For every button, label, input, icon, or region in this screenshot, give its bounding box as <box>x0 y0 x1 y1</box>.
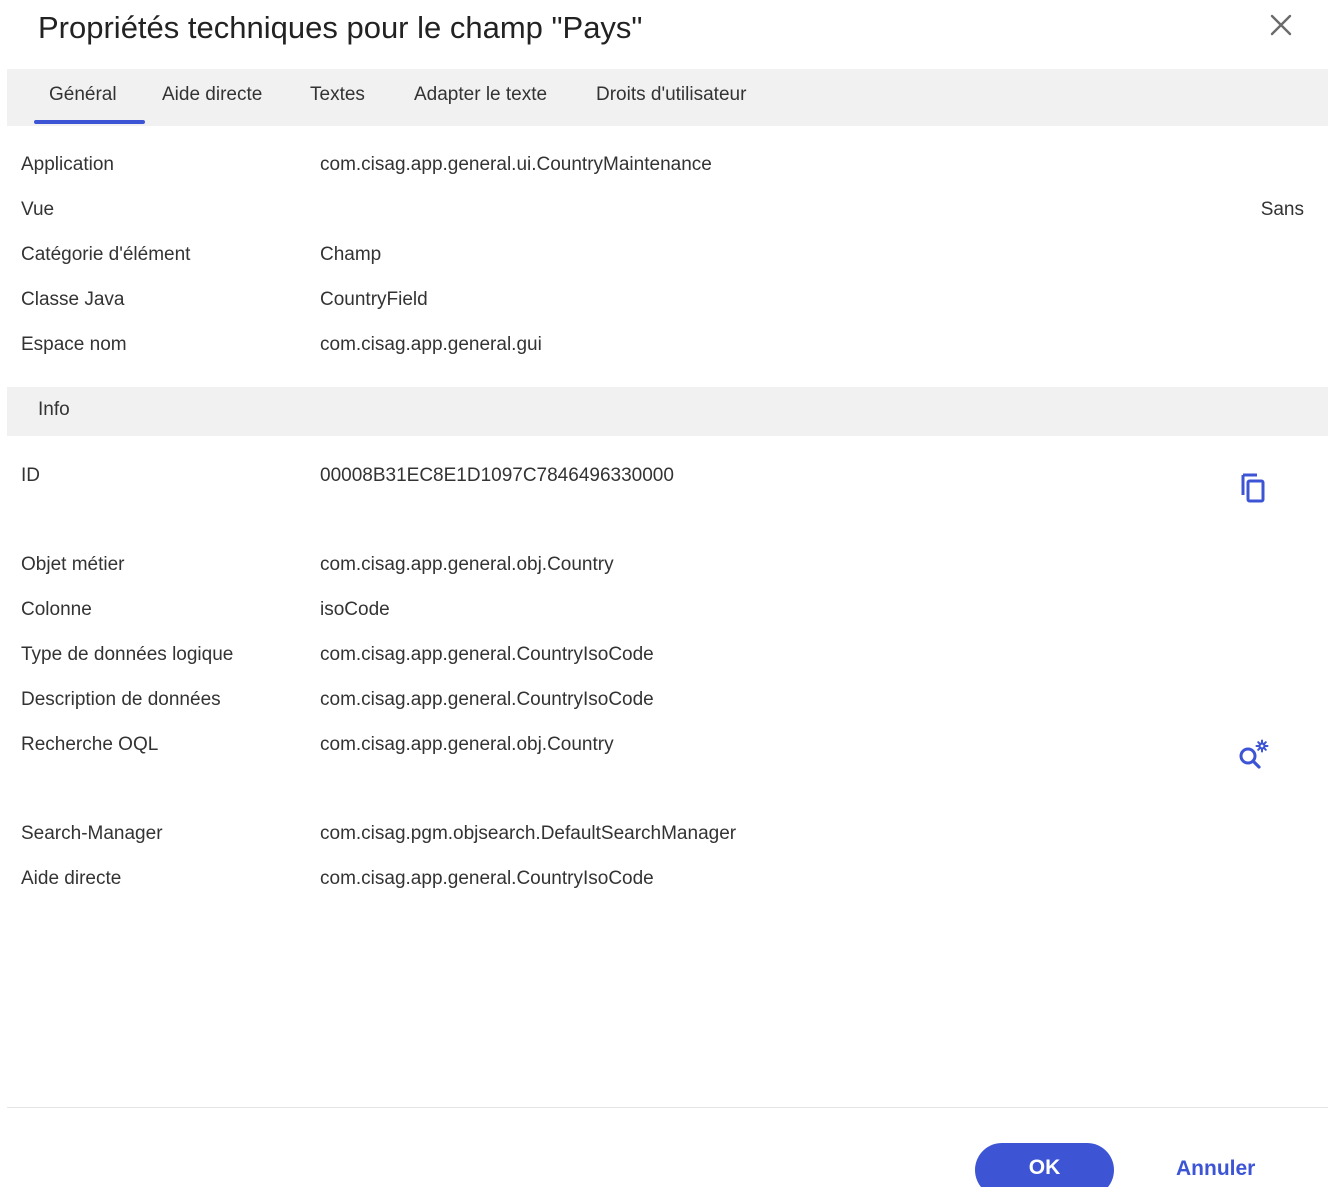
property-value: com.cisag.app.general.obj.Country <box>320 554 614 575</box>
property-row-oql-search: Recherche OQL com.cisag.app.general.obj.… <box>21 734 1311 764</box>
property-row-business-object: Objet métier com.cisag.app.general.obj.C… <box>21 554 1311 584</box>
property-value: com.cisag.pgm.objsearch.DefaultSearchMan… <box>320 823 737 844</box>
view-right-value: Sans <box>1260 199 1304 220</box>
property-value: com.cisag.app.general.ui.CountryMaintena… <box>320 154 712 175</box>
tab-texts[interactable]: Textes <box>310 69 365 126</box>
property-value: com.cisag.app.general.CountryIsoCode <box>320 689 654 710</box>
tab-bar: Général Aide directe Textes Adapter le t… <box>7 69 1328 126</box>
property-label: Recherche OQL <box>21 734 159 755</box>
close-button[interactable] <box>1262 6 1300 44</box>
property-row-application: Application com.cisag.app.general.ui.Cou… <box>21 154 1311 184</box>
property-label: Catégorie d'élément <box>21 244 191 265</box>
property-row-logical-data-type: Type de données logique com.cisag.app.ge… <box>21 644 1311 674</box>
footer-divider <box>7 1107 1328 1108</box>
info-section-header: Info <box>7 387 1328 436</box>
property-row-column: Colonne isoCode <box>21 599 1311 629</box>
property-value: com.cisag.app.general.obj.Country <box>320 734 614 755</box>
property-value: com.cisag.app.general.CountryIsoCode <box>320 644 654 665</box>
section-title: Info <box>38 399 70 420</box>
property-value: com.cisag.app.general.gui <box>320 334 542 355</box>
property-row-view: Vue <box>21 199 1311 229</box>
property-label: Aide directe <box>21 868 122 889</box>
property-label: Search-Manager <box>21 823 163 844</box>
copy-id-button[interactable] <box>1236 471 1270 505</box>
property-label: Application <box>21 154 114 175</box>
property-row-search-manager: Search-Manager com.cisag.pgm.objsearch.D… <box>21 823 1311 853</box>
oql-search-button[interactable] <box>1236 739 1270 773</box>
technical-properties-dialog: Propriétés techniques pour le champ "Pay… <box>0 0 1328 1187</box>
property-value: Champ <box>320 244 382 265</box>
tab-direct-help[interactable]: Aide directe <box>162 69 262 126</box>
dialog-title: Propriétés techniques pour le champ "Pay… <box>38 10 643 45</box>
property-label: Vue <box>21 199 55 220</box>
property-value: CountryField <box>320 289 428 310</box>
property-label: Type de données logique <box>21 644 234 665</box>
cancel-button[interactable]: Annuler <box>1176 1157 1255 1181</box>
property-value: isoCode <box>320 599 390 620</box>
tab-general[interactable]: Général <box>49 69 117 126</box>
copy-icon <box>1241 473 1265 503</box>
tab-user-rights[interactable]: Droits d'utilisateur <box>596 69 746 126</box>
search-settings-icon <box>1239 739 1269 769</box>
property-row-data-description: Description de données com.cisag.app.gen… <box>21 689 1311 719</box>
close-icon <box>1270 14 1292 36</box>
property-label: Espace nom <box>21 334 127 355</box>
property-label: Description de données <box>21 689 221 710</box>
property-row-namespace: Espace nom com.cisag.app.general.gui <box>21 334 1311 364</box>
tab-adapt-text[interactable]: Adapter le texte <box>414 69 547 126</box>
property-row-direct-help: Aide directe com.cisag.app.general.Count… <box>21 868 1311 898</box>
property-value: 00008B31EC8E1D1097C7846496330000 <box>320 465 674 486</box>
property-row-id: ID 00008B31EC8E1D1097C7846496330000 <box>21 465 1311 495</box>
property-row-element-category: Catégorie d'élément Champ <box>21 244 1311 274</box>
property-label: Colonne <box>21 599 92 620</box>
property-value: com.cisag.app.general.CountryIsoCode <box>320 868 654 889</box>
property-label: ID <box>21 465 40 486</box>
active-tab-indicator <box>34 120 145 124</box>
property-label: Objet métier <box>21 554 125 575</box>
ok-button[interactable]: OK <box>975 1143 1114 1187</box>
property-row-java-class: Classe Java CountryField <box>21 289 1311 319</box>
property-label: Classe Java <box>21 289 125 310</box>
